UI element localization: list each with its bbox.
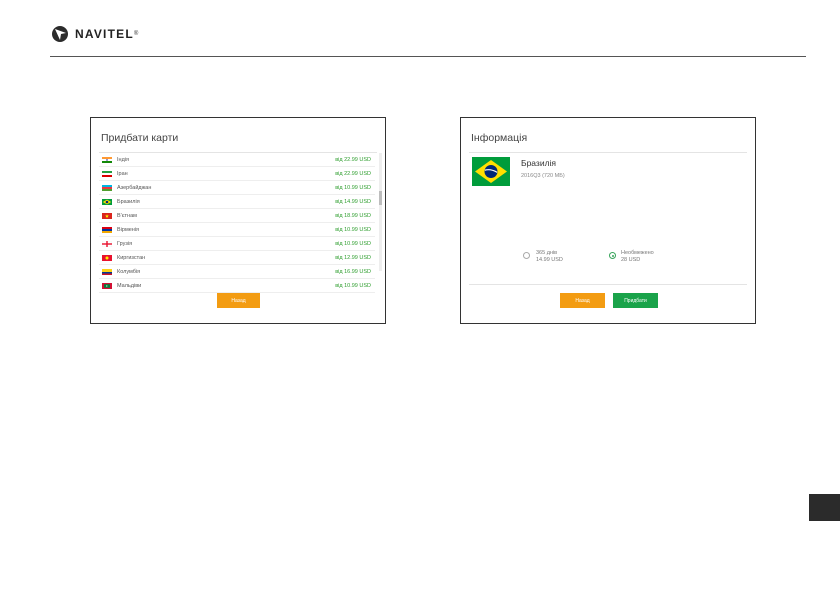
price: від 10.99 USD: [335, 240, 371, 247]
list-item[interactable]: Іран від 22.99 USD: [99, 167, 375, 181]
list-item[interactable]: Азербайджан від 10.99 USD: [99, 181, 375, 195]
brand-name: NAVITEL: [75, 27, 134, 41]
price: від 16.99 USD: [335, 268, 371, 275]
list-item[interactable]: Бразилія від 14.99 USD: [99, 195, 375, 209]
map-list: Індія від 22.99 USD Іран від 22.99 USD А…: [99, 153, 375, 293]
price: від 10.99 USD: [335, 184, 371, 191]
list-item[interactable]: Колумбія від 16.99 USD: [99, 265, 375, 279]
country-name: Бразилія: [117, 198, 140, 205]
flag-georgia-icon: [102, 240, 112, 247]
flag-brazil-icon: [102, 198, 112, 205]
list-item[interactable]: Киргизстан від 12.99 USD: [99, 251, 375, 265]
brazil-flag-icon: [472, 157, 510, 186]
option-365-days-label[interactable]: 365 днів 14.99 USD: [536, 250, 563, 264]
scrollbar-thumb[interactable]: [379, 191, 382, 205]
option-unlimited-radio[interactable]: [609, 252, 616, 259]
list-item[interactable]: Вірменія від 10.99 USD: [99, 223, 375, 237]
option-365-days-price: 14.99 USD: [536, 257, 563, 263]
option-365-days-duration: 365 днів: [536, 250, 558, 256]
brand-registered-mark: ®: [133, 31, 139, 37]
title-divider: [469, 152, 747, 153]
list-item[interactable]: В'єтнам від 18.99 USD: [99, 209, 375, 223]
list-item[interactable]: Мальдіви від 10.99 USD: [99, 279, 375, 293]
country-name: Колумбія: [117, 268, 141, 275]
flag-kyrgyzstan-icon: [102, 254, 112, 261]
country-name: Грузія: [117, 240, 133, 247]
flag-maldives-icon: [102, 282, 112, 289]
footer-divider: [469, 284, 747, 285]
country-name: Азербайджан: [117, 184, 152, 191]
country-name: Киргизстан: [117, 254, 146, 261]
navitel-logo: NAVITEL ®: [50, 24, 138, 44]
country-name: Іран: [117, 170, 128, 177]
back-button[interactable]: Назад: [217, 293, 260, 308]
navitel-logo-icon: [52, 26, 68, 42]
option-365-days-radio[interactable]: [523, 252, 530, 259]
flag-colombia-icon: [102, 268, 112, 275]
option-unlimited-label[interactable]: Необмежено 28 USD: [621, 250, 654, 264]
buy-maps-title: Придбати карти: [101, 132, 179, 144]
price: від 10.99 USD: [335, 226, 371, 233]
list-scrollbar[interactable]: [379, 153, 382, 271]
country-name: Вірменія: [117, 226, 140, 233]
map-version-size: 2016Q3 (720 MБ): [521, 173, 565, 179]
list-item[interactable]: Індія від 22.99 USD: [99, 153, 375, 167]
price: від 12.99 USD: [335, 254, 371, 261]
buy-maps-screen: Придбати карти Індія від 22.99 USD Іран …: [90, 117, 386, 324]
buy-button[interactable]: Придбати: [613, 293, 658, 308]
flag-armenia-icon: [102, 226, 112, 233]
option-unlimited-price: 28 USD: [621, 257, 641, 263]
price: від 22.99 USD: [335, 156, 371, 163]
price: від 22.99 USD: [335, 170, 371, 177]
country-name: В'єтнам: [117, 212, 137, 219]
info-screen: Інформація Бразилія 2016Q3 (720 MБ) 365 …: [460, 117, 756, 324]
header-divider: [50, 56, 806, 57]
page-tab-marker: [809, 494, 840, 521]
option-unlimited-duration: Необмежено: [621, 250, 654, 256]
country-name: Індія: [117, 156, 129, 163]
selected-country-name: Бразилія: [521, 158, 557, 168]
flag-vietnam-icon: [102, 212, 112, 219]
list-item[interactable]: Грузія від 10.99 USD: [99, 237, 375, 251]
price: від 10.99 USD: [335, 282, 371, 289]
flag-iran-icon: [102, 170, 112, 177]
price: від 18.99 USD: [335, 212, 371, 219]
back-button[interactable]: Назад: [560, 293, 605, 308]
flag-azerbaijan-icon: [102, 184, 112, 191]
info-title: Інформація: [471, 132, 528, 144]
flag-india-icon: [102, 156, 112, 163]
price: від 14.99 USD: [335, 198, 371, 205]
country-name: Мальдіви: [117, 282, 142, 289]
